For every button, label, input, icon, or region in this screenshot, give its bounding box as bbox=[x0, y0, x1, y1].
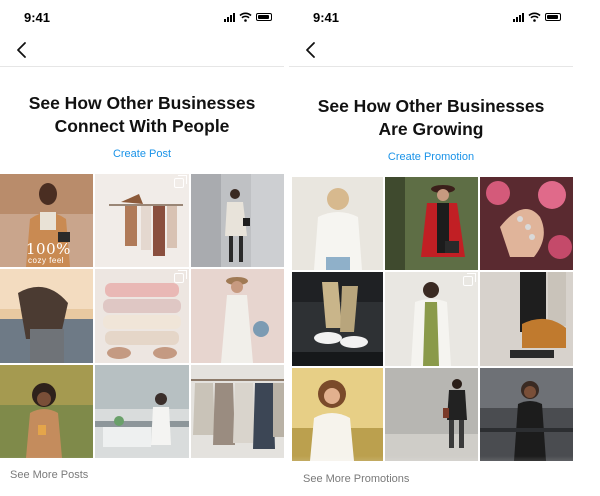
battery-icon bbox=[545, 13, 561, 21]
post-photo-clothing-rack[interactable] bbox=[95, 174, 189, 267]
promo-photo-leather-bag[interactable] bbox=[480, 272, 573, 366]
promo-photo-woman-white-sweater[interactable] bbox=[292, 177, 383, 270]
post-photo-fashion-workshop[interactable] bbox=[95, 365, 189, 458]
header-divider bbox=[289, 66, 573, 67]
page-headline: See How Other Businesses Connect With Pe… bbox=[0, 92, 284, 138]
promo-photo-hand-rings[interactable] bbox=[480, 177, 573, 270]
promo-photo-man-striding[interactable] bbox=[385, 368, 478, 461]
promotion-photo-grid bbox=[292, 177, 573, 461]
battery-icon bbox=[256, 13, 272, 21]
status-bar: 9:41 bbox=[0, 0, 284, 34]
multiple-photos-icon bbox=[174, 270, 187, 283]
promo-photo-sneakers-car[interactable] bbox=[292, 272, 383, 366]
left-phone-screen: 9:41 See How Other Businesses Connect Wi… bbox=[0, 0, 284, 496]
status-icons bbox=[513, 12, 561, 22]
multiple-photos-icon bbox=[463, 273, 476, 286]
create-promotion-link[interactable]: Create Promotion bbox=[289, 151, 573, 163]
promo-photo-woman-red-coat[interactable] bbox=[385, 177, 478, 270]
status-icons bbox=[224, 12, 272, 22]
cellular-signal-icon bbox=[513, 12, 524, 22]
wifi-icon bbox=[528, 12, 541, 22]
right-phone-screen: 9:41 See How Other Businesses Are Growin… bbox=[289, 0, 573, 496]
back-chevron-icon[interactable] bbox=[301, 40, 321, 60]
promo-photo-woman-cardigan[interactable] bbox=[385, 272, 478, 366]
post-photo-folded-sweaters[interactable] bbox=[95, 269, 189, 363]
see-more-promotions-link[interactable]: See More Promotions bbox=[303, 473, 409, 485]
promo-photo-woman-city[interactable] bbox=[480, 368, 573, 461]
post-photo-woman-autumn[interactable] bbox=[0, 365, 93, 458]
promo-photo-woman-field[interactable] bbox=[292, 368, 383, 461]
status-time: 9:41 bbox=[313, 10, 340, 25]
back-chevron-icon[interactable] bbox=[12, 40, 32, 60]
create-post-link[interactable]: Create Post bbox=[0, 148, 284, 160]
see-more-posts-link[interactable]: See More Posts bbox=[10, 469, 88, 481]
header-divider bbox=[0, 66, 284, 67]
photo-overlay-caption: cozy feel bbox=[28, 256, 65, 265]
wifi-icon bbox=[239, 12, 252, 22]
headline-line-1: See How Other Businesses bbox=[317, 96, 545, 116]
post-photo-woman-walking[interactable] bbox=[191, 174, 284, 267]
page-headline: See How Other Businesses Are Growing bbox=[289, 95, 573, 141]
post-photo-grid: 100% cozy feel bbox=[0, 174, 284, 458]
headline-line-2: Are Growing bbox=[378, 119, 484, 139]
status-time: 9:41 bbox=[24, 10, 51, 25]
cellular-signal-icon bbox=[224, 12, 235, 22]
multiple-photos-icon bbox=[174, 175, 187, 188]
headline-line-1: See How Other Businesses bbox=[28, 93, 256, 113]
post-photo-woman-white-dress[interactable] bbox=[191, 269, 284, 363]
status-bar: 9:41 bbox=[289, 0, 573, 34]
post-photo-hair-sunset[interactable] bbox=[0, 269, 93, 363]
headline-line-2: Connect With People bbox=[54, 116, 230, 136]
post-photo-man-camel-coat[interactable]: 100% cozy feel bbox=[0, 174, 93, 267]
post-photo-hanging-sweaters[interactable] bbox=[191, 365, 284, 458]
